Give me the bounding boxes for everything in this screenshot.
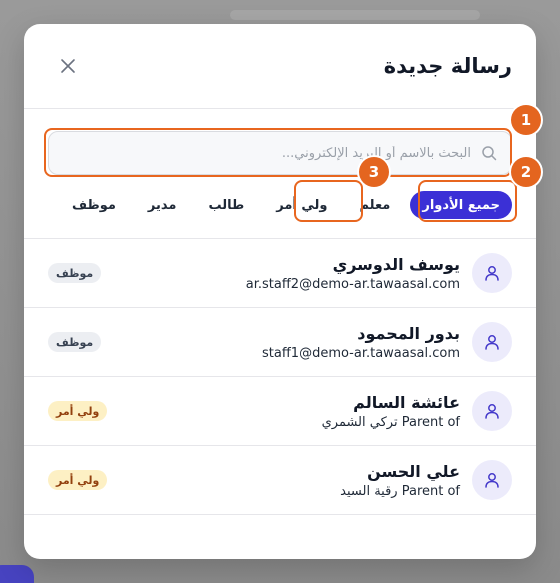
recipient-name: بدور المحمود — [357, 323, 460, 343]
recipient-email: staff1@demo-ar.tawaasal.com — [262, 345, 460, 361]
recipient-name: يوسف الدوسري — [332, 254, 460, 274]
user-icon — [485, 473, 499, 488]
annotation-marker-3: 3 — [359, 157, 389, 187]
avatar — [472, 322, 512, 362]
user-icon — [485, 266, 499, 281]
recipient-row[interactable]: بدور المحمود staff1@demo-ar.tawaasal.com… — [24, 308, 536, 377]
tab-teacher[interactable]: معلم — [347, 191, 402, 219]
recipient-info: يوسف الدوسري ar.staff2@demo-ar.tawaasal.… — [113, 255, 460, 292]
recipient-relation: Parent of رقية السيد — [340, 483, 460, 499]
search-input[interactable] — [63, 145, 471, 161]
search-area — [24, 109, 536, 175]
annotation-marker-1: 1 — [511, 105, 541, 135]
tab-student[interactable]: طالب — [196, 191, 256, 219]
recipient-row[interactable]: يوسف الدوسري ar.staff2@demo-ar.tawaasal.… — [24, 239, 536, 308]
recipient-relation: Parent of تركي الشمري — [321, 414, 460, 430]
role-badge: ولي أمر — [48, 470, 108, 490]
role-filter-tabs: جميع الأدوار معلم ولي أمر طالب مدير موظف — [24, 175, 536, 239]
background-text-line — [230, 10, 480, 20]
recipient-name: علي الحسن — [367, 461, 460, 481]
recipient-email: ar.staff2@demo-ar.tawaasal.com — [245, 276, 460, 292]
avatar — [472, 460, 512, 500]
annotation-marker-2: 2 — [511, 157, 541, 187]
tab-admin[interactable]: مدير — [136, 191, 189, 219]
recipient-row[interactable]: علي الحسن Parent of رقية السيد ولي أمر — [24, 446, 536, 515]
recipient-info: علي الحسن Parent of رقية السيد — [119, 462, 460, 499]
close-icon — [61, 59, 75, 73]
close-button[interactable] — [56, 54, 80, 78]
role-badge: موظف — [48, 332, 102, 352]
recipient-info: بدور المحمود staff1@demo-ar.tawaasal.com — [113, 324, 460, 361]
tab-all-roles[interactable]: جميع الأدوار — [410, 191, 512, 219]
role-badge: ولي أمر — [48, 401, 108, 421]
tab-parent[interactable]: ولي أمر — [264, 191, 339, 219]
avatar — [472, 391, 512, 431]
dialog-header: رسالة جديدة — [24, 24, 536, 109]
role-badge: موظف — [48, 263, 102, 283]
recipient-row[interactable]: عائشة السالم Parent of تركي الشمري ولي أ… — [24, 377, 536, 446]
avatar — [472, 253, 512, 293]
tab-staff[interactable]: موظف — [60, 191, 128, 219]
background-button — [0, 565, 34, 583]
search-box[interactable] — [48, 131, 512, 175]
recipient-list: يوسف الدوسري ar.staff2@demo-ar.tawaasal.… — [24, 239, 536, 515]
recipient-name: عائشة السالم — [353, 392, 460, 412]
new-message-dialog: رسالة جديدة جميع الأدوار معلم ولي أمر طا… — [24, 24, 536, 559]
dialog-title: رسالة جديدة — [383, 54, 512, 78]
user-icon — [485, 404, 499, 419]
recipient-info: عائشة السالم Parent of تركي الشمري — [119, 393, 460, 430]
user-icon — [485, 335, 499, 350]
search-icon — [482, 146, 497, 161]
